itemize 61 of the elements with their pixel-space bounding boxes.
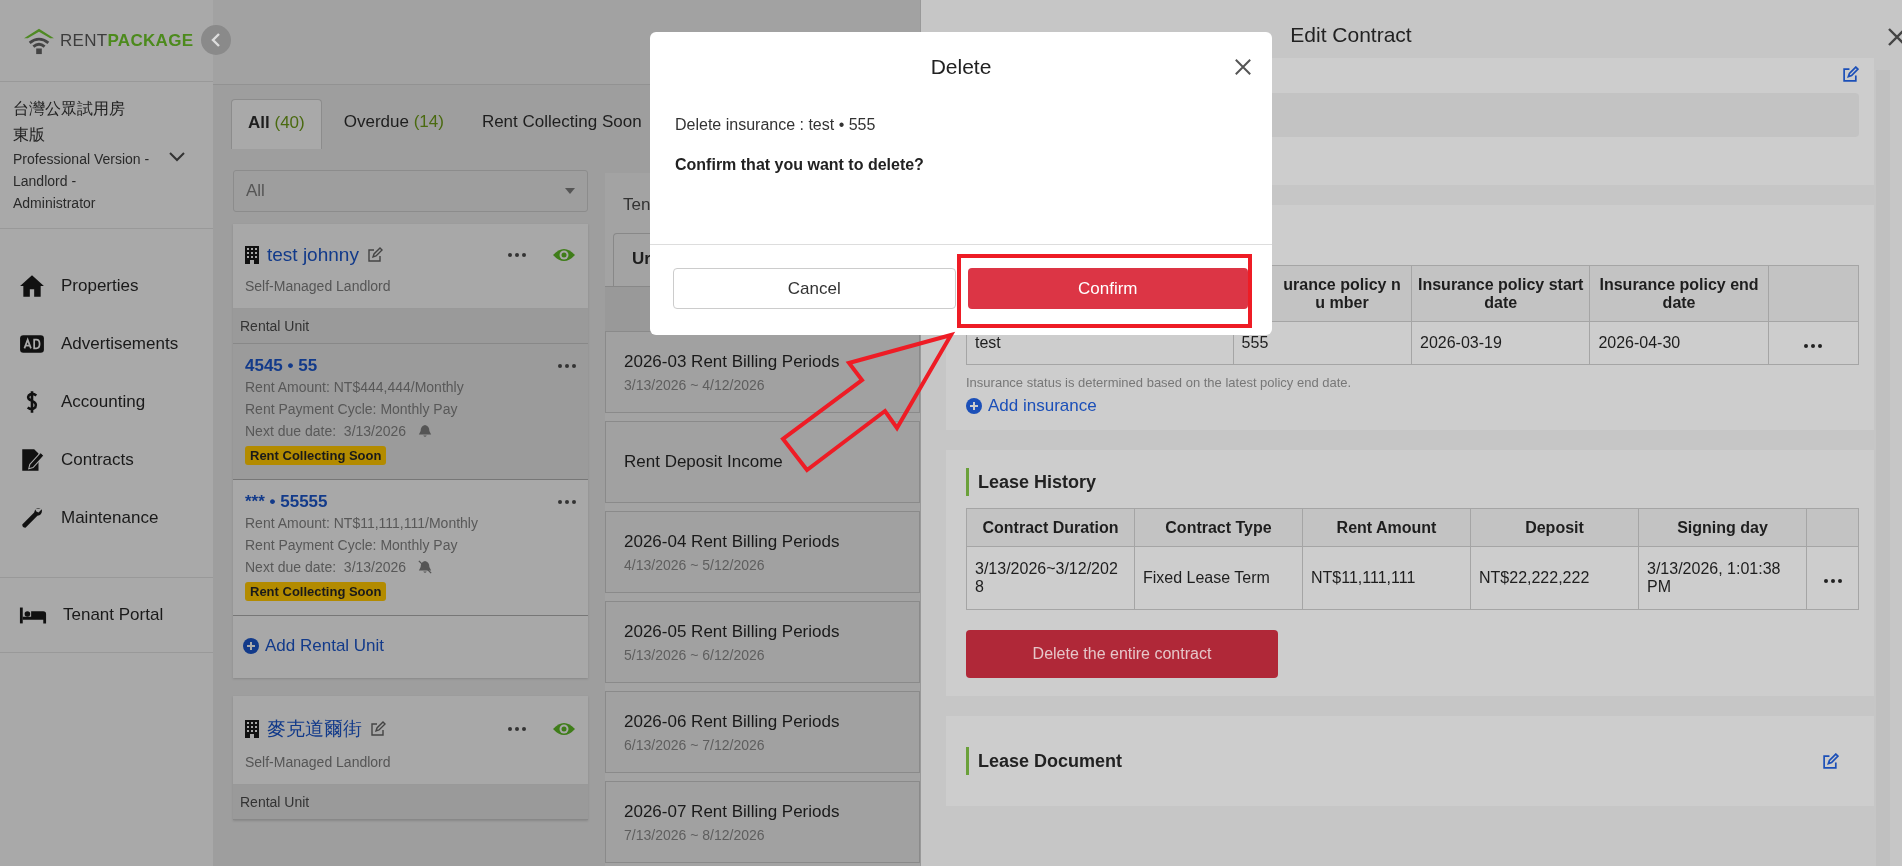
delete-contract-button[interactable]: Delete the entire contract	[966, 630, 1278, 678]
payment-cycle: Rent Payment Cycle: Monthly Pay	[245, 536, 459, 555]
billing-item[interactable]: 2026-03 Rent Billing Periods 3/13/2026 ~ 4/12/2026	[605, 331, 920, 413]
insurance-note: Insurance status is determined based on the latest policy end date.	[966, 375, 1353, 390]
table-cell: NT$11,111,111	[1302, 546, 1471, 610]
rental-unit-item[interactable]: *** • 55555 Rent Amount: NT$11,111,111/Monthly Rent Payment Cycle: Monthly Pay Next due date: 3/13/2026 Rent Collecting Soon	[233, 480, 588, 616]
section-title: Lease History	[966, 468, 1859, 496]
unit-link[interactable]: 4545 • 55	[245, 356, 318, 376]
table-cell: 2026-03-19	[1411, 321, 1590, 365]
status-badge: Rent Collecting Soon	[245, 446, 387, 465]
dialog-title: Delete	[930, 55, 992, 79]
section-heading: Rental Unit	[233, 308, 588, 344]
nav-item[interactable]: Contracts	[0, 443, 213, 477]
add-rental-unit-link[interactable]: Add Rental Unit	[233, 616, 588, 678]
column-header: Insurance policy end date	[1589, 265, 1769, 322]
billing-item[interactable]: 2026-06 Rent Billing Periods 6/13/2026 ~ 7/12/2026	[605, 691, 920, 773]
rent-amount: Rent Amount: NT$444,444/Monthly	[245, 378, 465, 397]
logo-text: RENTPACKAGE	[60, 30, 194, 51]
status-badge: Rent Collecting Soon	[245, 582, 387, 601]
table-cell: Fixed Lease Term	[1134, 546, 1303, 610]
billing-item[interactable]: 2026-05 Rent Billing Periods 5/13/2026 ~ 6/12/2026	[605, 601, 920, 683]
nav-item[interactable]: Maintenance	[0, 501, 213, 535]
dialog-message: Delete insurance : test • 555	[675, 116, 877, 134]
due-date: Next due date: 3/13/2026	[245, 422, 407, 441]
rental-unit-item[interactable]: 4545 • 55 Rent Amount: NT$444,444/Monthly Rent Payment Cycle: Monthly Pay Next due date: 3/13/2026 Rent Collecting Soon	[233, 344, 588, 480]
unit-link[interactable]: *** • 55555	[245, 492, 328, 512]
nav-item[interactable]: Properties	[0, 269, 213, 303]
billing-item[interactable]: 2026-07 Rent Billing Periods 7/13/2026 ~ 8/12/2026	[605, 781, 920, 863]
section-heading: Rental Unit	[233, 784, 588, 820]
column-header: Deposit	[1470, 508, 1639, 547]
column-header: Signing day	[1638, 508, 1807, 547]
plan-label: Professional Version - Landlord - Administrator	[13, 150, 151, 213]
section-title: Lease Document	[966, 747, 1123, 775]
table-cell: 3/13/2026~3/12/2028	[966, 546, 1135, 610]
column-header: Insurance policy start date	[1411, 265, 1590, 322]
table-cell: 3/13/2026, 1:01:38 PM	[1638, 546, 1807, 610]
due-date: Next due date: 3/13/2026	[245, 558, 407, 577]
property-name[interactable]: 麥克道爾街	[267, 716, 362, 742]
filter-tab[interactable]: Overdue (14)	[327, 99, 460, 148]
nav-item[interactable]: Accounting	[0, 385, 213, 419]
filter-tab[interactable]: All (40)	[231, 99, 322, 149]
add-insurance-link[interactable]: Add insurance	[966, 396, 1859, 416]
billing-item[interactable]: 2026-04 Rent Billing Periods 4/13/2026 ~ 5/12/2026	[605, 511, 920, 593]
property-name[interactable]: test johnny	[267, 244, 359, 266]
organization-name: 台灣公眾試用房東版	[13, 99, 126, 145]
nav-item[interactable]: Advertisements	[0, 327, 213, 361]
table-cell: 2026-04-30	[1589, 321, 1769, 365]
column-header: Rent Amount	[1302, 508, 1471, 547]
property-type: Self-Managed Landlord	[245, 754, 392, 770]
rent-amount: Rent Amount: NT$11,111,111/Monthly	[245, 514, 479, 533]
property-type: Self-Managed Landlord	[245, 278, 392, 294]
confirm-button[interactable]: Confirm	[967, 268, 1248, 309]
nav-item[interactable]: Tenant Portal	[0, 598, 213, 632]
table-cell: NT$22,222,222	[1470, 546, 1639, 610]
cancel-button[interactable]: Cancel	[673, 268, 956, 309]
column-header: Contract Type	[1134, 508, 1303, 547]
column-header: Contract Duration	[966, 508, 1135, 547]
payment-cycle: Rent Payment Cycle: Monthly Pay	[245, 400, 459, 419]
dialog-question: Confirm that you want to delete?	[675, 156, 925, 174]
panel-title: Edit Contract	[1290, 23, 1412, 46]
billing-item[interactable]: Rent Deposit Income	[605, 421, 920, 503]
